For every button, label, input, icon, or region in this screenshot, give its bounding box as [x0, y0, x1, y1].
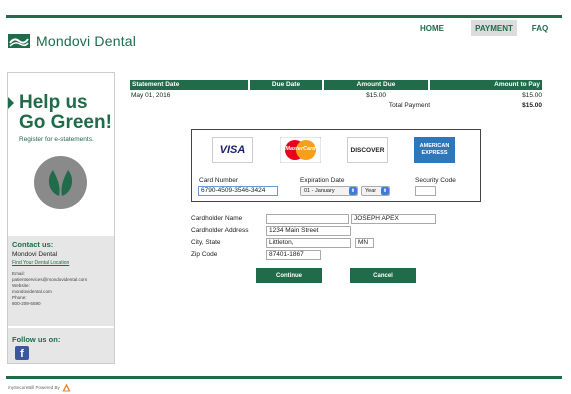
col-amount-to-pay: Amount to Pay: [430, 80, 542, 90]
city-state-label: City, State: [191, 239, 221, 246]
promo-subtext[interactable]: Register for e-statements.: [19, 136, 94, 143]
state-input[interactable]: MN: [355, 238, 374, 248]
find-location-link[interactable]: Find Your Dental Location: [12, 260, 69, 266]
continue-button[interactable]: Continue: [256, 268, 322, 283]
holder-last-input[interactable]: JOSEPH APEX: [351, 214, 436, 224]
website-label: Website:: [12, 283, 30, 288]
col-statement-date: Statement Date: [130, 80, 248, 90]
exp-year-value: Year: [365, 188, 377, 194]
facebook-icon[interactable]: f: [15, 346, 29, 360]
website-value[interactable]: mondovidental.com: [12, 289, 52, 295]
promo-line-2: Go Green!: [19, 112, 112, 133]
zip-input[interactable]: 87401-1867: [266, 250, 321, 260]
visa-label: VISA: [219, 144, 246, 156]
visa-icon[interactable]: VISA: [212, 137, 253, 163]
chevron-down-icon: ⬍: [349, 187, 357, 195]
brand-logo[interactable]: Mondovi Dental: [8, 30, 170, 52]
logo-mark-icon: [8, 34, 30, 48]
bottom-rule: [6, 376, 562, 379]
nav-home[interactable]: HOME: [414, 20, 450, 36]
holder-first-input[interactable]: [266, 214, 349, 224]
city-input[interactable]: Littleton,: [266, 238, 351, 248]
exp-month-value: 01 - January: [304, 188, 335, 194]
email-label: Email:: [12, 271, 25, 276]
cancel-button[interactable]: Cancel: [350, 268, 416, 283]
phone-value: 800-209-5590: [12, 301, 41, 306]
expiration-label: Expiration Date: [300, 177, 345, 184]
row-amount-to-pay: $15.00: [522, 92, 542, 99]
discover-icon[interactable]: DISCOVER: [347, 137, 388, 163]
address-input[interactable]: 1234 Main Street: [266, 226, 351, 236]
powered-logo-icon: [62, 383, 71, 392]
email-value[interactable]: patientservices@mondovidental.com: [12, 277, 87, 283]
arrow-right-icon: [8, 97, 14, 109]
mastercard-icon[interactable]: MasterCard: [280, 137, 321, 163]
leaf-icon: [34, 156, 87, 209]
promo-line-1: Help us: [19, 92, 88, 113]
row-statement-date: May 01, 2016: [131, 92, 171, 99]
security-code-label: Security Code: [415, 177, 456, 184]
col-amount-due: Amount Due: [324, 80, 428, 90]
powered-by-label: mySecureBill Powered By: [8, 385, 60, 390]
col-due-date: Due Date: [250, 80, 322, 90]
zip-label: Zip Code: [191, 251, 218, 258]
card-number-input[interactable]: 6790-4509-3546-3424: [198, 186, 278, 196]
chevron-down-icon: ⬍: [381, 187, 389, 195]
powered-by: mySecureBill Powered By: [8, 383, 71, 392]
discover-label: DISCOVER: [350, 146, 385, 154]
security-code-input[interactable]: [415, 186, 436, 196]
contact-name: Mondovi Dental: [12, 251, 58, 258]
nav-payment[interactable]: PAYMENT: [471, 20, 517, 36]
total-label: Total Payment: [388, 102, 430, 109]
total-value: $15.00: [522, 102, 542, 109]
phone-label: Phone:: [12, 295, 27, 300]
address-label: Cardholder Address: [191, 227, 249, 234]
exp-year-select[interactable]: Year ⬍: [361, 186, 390, 196]
holder-name-label: Cardholder Name: [191, 215, 243, 222]
row-amount-due: $15.00: [366, 92, 386, 99]
brand-name: Mondovi Dental: [36, 33, 137, 49]
follow-heading: Follow us on:: [12, 335, 61, 344]
amex-icon[interactable]: AMERICAN EXPRESS: [414, 137, 455, 163]
nav-faq[interactable]: FAQ: [526, 20, 554, 36]
amex-label: AMERICAN EXPRESS: [419, 143, 450, 156]
top-rule: [6, 15, 562, 18]
exp-month-select[interactable]: 01 - January ⬍: [300, 186, 358, 196]
contact-heading: Contact us:: [12, 240, 54, 249]
card-number-label: Card Number: [199, 177, 239, 184]
mastercard-label: MasterCard: [285, 146, 316, 152]
